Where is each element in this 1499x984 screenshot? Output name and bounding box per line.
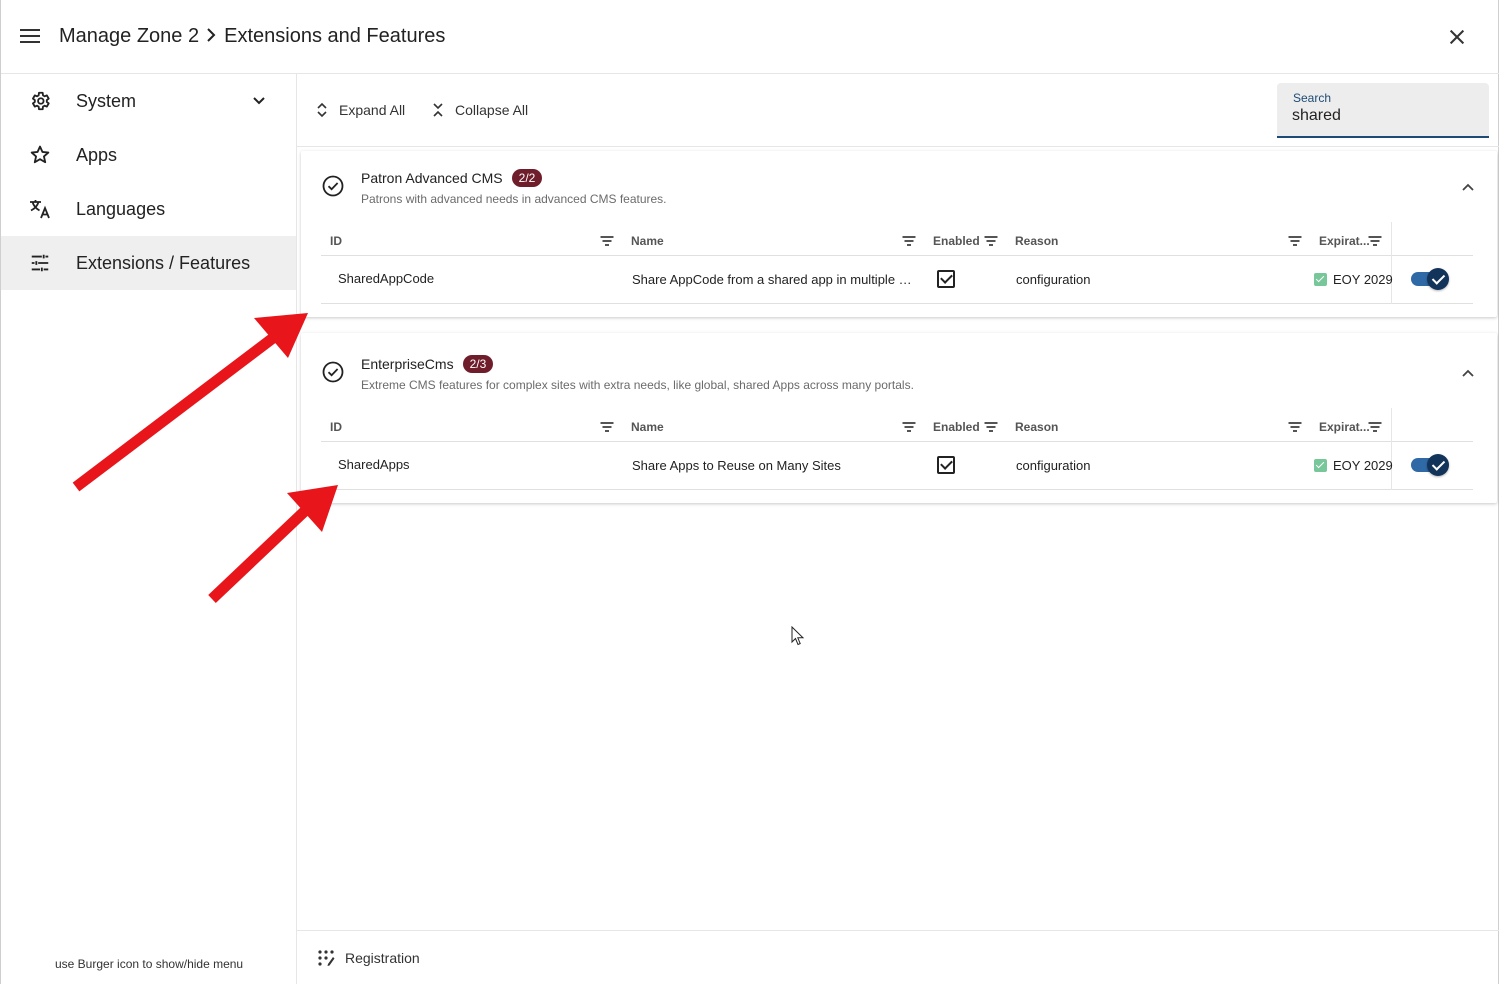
cell-reason: configuration (1016, 458, 1091, 473)
column-header-expiration[interactable]: Expirat... (1319, 420, 1370, 434)
column-divider (1391, 408, 1392, 490)
panel-title: EnterpriseCms 2/3 (361, 355, 494, 373)
translate-icon (28, 197, 52, 221)
column-header-name[interactable]: Name (631, 234, 664, 248)
tune-icon (28, 251, 52, 275)
registration-label: Registration (345, 950, 420, 966)
filter-icon[interactable] (902, 236, 915, 246)
column-header-reason[interactable]: Reason (1015, 234, 1058, 248)
page-title: Extensions and Features (224, 25, 446, 47)
filter-icon[interactable] (600, 236, 613, 246)
expand-icon (315, 101, 329, 119)
collapse-all-button[interactable]: Collapse All (431, 100, 528, 120)
sidebar-item-label: Apps (76, 144, 118, 165)
sidebar-item-extensions-features[interactable]: Extensions / Features (1, 236, 296, 290)
column-header-reason[interactable]: Reason (1015, 420, 1058, 434)
filter-icon[interactable] (1288, 422, 1301, 432)
panel-header[interactable]: Patron Advanced CMS 2/2 Patrons with adv… (301, 151, 1497, 221)
filter-icon[interactable] (1288, 236, 1301, 246)
collapse-all-label: Collapse All (455, 102, 529, 118)
column-header-enabled[interactable]: Enabled (933, 420, 980, 434)
column-header-expiration[interactable]: Expirat... (1319, 234, 1370, 248)
mouse-cursor-icon (791, 626, 805, 646)
cell-reason: configuration (1016, 272, 1091, 287)
burger-menu-icon[interactable] (20, 28, 40, 44)
app-window: Manage Zone 2 Extensions and Features Sy… (0, 0, 1499, 984)
expand-all-label: Expand All (339, 102, 406, 118)
column-header-id[interactable]: ID (330, 234, 342, 248)
chevron-right-icon (206, 26, 216, 47)
breadcrumb: Manage Zone 2 Extensions and Features (59, 25, 445, 48)
panel-description: Patrons with advanced needs in advanced … (361, 192, 667, 206)
panel-title-text: EnterpriseCms (361, 356, 454, 372)
sidebar-item-languages[interactable]: Languages (1, 182, 296, 236)
sidebar-item-label: System (76, 90, 137, 111)
filter-icon[interactable] (1368, 236, 1381, 246)
feature-toggle[interactable] (1411, 268, 1449, 290)
feature-toggle[interactable] (1411, 454, 1449, 476)
cell-id: SharedAppCode (338, 271, 435, 286)
main-content: Expand All Collapse All Search Patron Ad (297, 74, 1499, 984)
grid-header: ID Name Enabled Reason Expirat... (321, 415, 1473, 442)
cell-name: Share Apps to Reuse on Many Sites (632, 458, 841, 473)
search-label: Search (1293, 91, 1332, 105)
cell-name: Share AppCode from a shared app in multi… (632, 272, 917, 287)
expiration-text: EOY 2029 (1333, 272, 1393, 287)
panel-title-text: Patron Advanced CMS (361, 170, 503, 186)
footer: Registration (297, 930, 1499, 984)
filter-icon[interactable] (902, 422, 915, 432)
chevron-up-icon[interactable] (1461, 179, 1475, 191)
toggle-check-icon (1427, 454, 1449, 476)
check-icon (1314, 459, 1327, 472)
sidebar-item-apps[interactable]: Apps (1, 128, 296, 182)
column-divider (1391, 222, 1392, 304)
sidebar-item-label: Extensions / Features (76, 252, 251, 273)
filter-icon[interactable] (984, 236, 997, 246)
column-header-id[interactable]: ID (330, 420, 342, 434)
filter-icon[interactable] (1368, 422, 1381, 432)
collapse-icon (431, 101, 445, 119)
check-circle-icon (322, 361, 344, 383)
sidebar-item-system[interactable]: System (1, 74, 296, 128)
filter-icon[interactable] (984, 422, 997, 432)
cell-expiration: EOY 2029 (1314, 458, 1393, 473)
search-field[interactable]: Search (1277, 83, 1489, 138)
registration-icon (317, 949, 335, 967)
search-input[interactable] (1292, 105, 1477, 127)
sidebar-item-label: Languages (76, 198, 166, 219)
check-circle-icon (322, 175, 344, 197)
registration-button[interactable]: Registration (317, 949, 420, 967)
feature-panel-patron-advanced-cms: Patron Advanced CMS 2/2 Patrons with adv… (301, 151, 1497, 317)
count-badge: 2/3 (462, 355, 494, 373)
count-badge: 2/2 (511, 169, 543, 187)
chevron-up-icon[interactable] (1461, 365, 1475, 377)
table-row[interactable]: SharedApps Share Apps to Reuse on Many S… (321, 408, 1473, 490)
toolbar: Expand All Collapse All Search (297, 74, 1499, 147)
chevron-down-icon[interactable] (251, 93, 267, 109)
grid-header: ID Name Enabled Reason Expirat... (321, 229, 1473, 256)
toggle-check-icon (1427, 268, 1449, 290)
dialog-header: Manage Zone 2 Extensions and Features (1, 0, 1499, 74)
panel-description: Extreme CMS features for complex sites w… (361, 378, 914, 392)
column-header-enabled[interactable]: Enabled (933, 234, 980, 248)
expand-all-button[interactable]: Expand All (315, 100, 405, 120)
table-row[interactable]: SharedAppCode Share AppCode from a share… (321, 222, 1473, 304)
cell-expiration: EOY 2029 (1314, 272, 1393, 287)
sidebar-hint: use Burger icon to show/hide menu (55, 957, 244, 971)
close-icon[interactable] (1447, 27, 1467, 47)
panel-header[interactable]: EnterpriseCms 2/3 Extreme CMS features f… (301, 337, 1497, 407)
enabled-checkbox[interactable] (937, 456, 955, 474)
star-icon (28, 143, 52, 167)
panel-title: Patron Advanced CMS 2/2 (361, 169, 543, 187)
check-icon (1314, 273, 1327, 286)
column-header-name[interactable]: Name (631, 420, 664, 434)
gear-icon (28, 89, 52, 113)
cell-id: SharedApps (338, 457, 410, 472)
sidebar: System Apps Languages Extensions / Featu… (1, 74, 297, 984)
breadcrumb-zone: Manage Zone 2 (59, 25, 200, 47)
expiration-text: EOY 2029 (1333, 458, 1393, 473)
enabled-checkbox[interactable] (937, 270, 955, 288)
filter-icon[interactable] (600, 422, 613, 432)
feature-panel-enterprise-cms: EnterpriseCms 2/3 Extreme CMS features f… (301, 333, 1497, 503)
